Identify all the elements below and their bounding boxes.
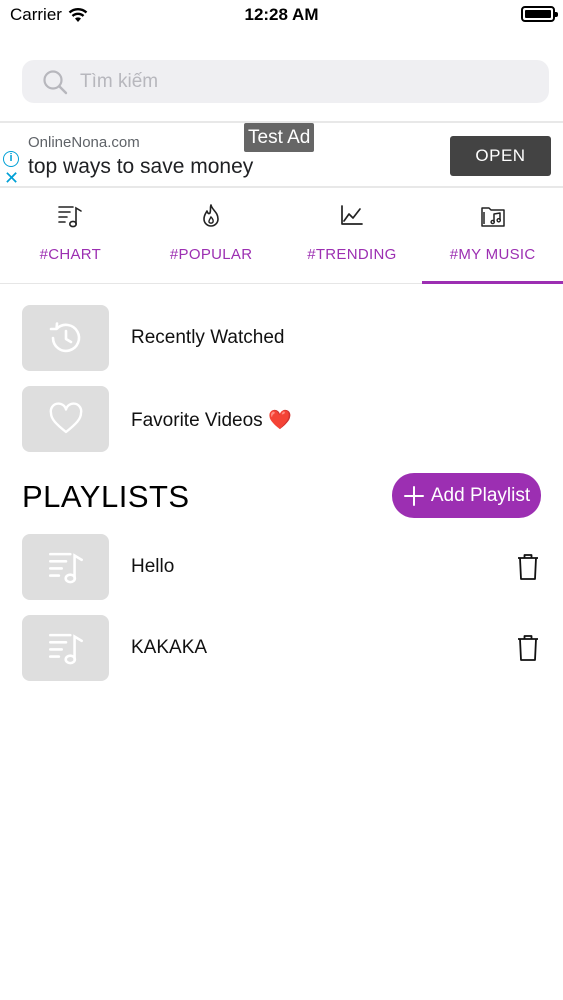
tab-label: #POPULAR bbox=[169, 246, 253, 263]
flame-icon bbox=[203, 204, 219, 227]
playlist-music-icon bbox=[48, 552, 83, 584]
battery-icon bbox=[521, 6, 558, 22]
favorite-videos-thumbnail bbox=[22, 386, 109, 452]
tab-chart[interactable]: #CHART bbox=[0, 190, 141, 283]
music-folder-icon bbox=[480, 207, 505, 227]
search-input[interactable] bbox=[80, 70, 500, 93]
heart-icon bbox=[49, 402, 82, 434]
tab-label: #TRENDING bbox=[307, 246, 397, 263]
ad-headline[interactable]: top ways to save money bbox=[28, 155, 253, 179]
ad-test-label: Test Ad bbox=[244, 123, 315, 152]
active-tab-indicator bbox=[422, 281, 563, 284]
ad-domain: OnlineNona.com bbox=[28, 134, 140, 151]
search-bar[interactable] bbox=[22, 60, 549, 103]
status-bar: Carrier 12:28 AM bbox=[0, 0, 563, 30]
tab-popular[interactable]: #POPULAR bbox=[141, 190, 282, 283]
playlist-row[interactable]: Hello bbox=[22, 534, 542, 600]
tab-label: #MY MUSIC bbox=[449, 246, 536, 263]
search-icon bbox=[43, 69, 68, 94]
playlist-row[interactable]: KAKAKA bbox=[22, 615, 542, 681]
trending-chart-icon bbox=[341, 205, 363, 225]
playlist-name: KAKAKA bbox=[131, 637, 208, 658]
status-time: 12:28 AM bbox=[244, 5, 319, 24]
recently-watched-thumbnail bbox=[22, 305, 109, 371]
plus-icon bbox=[403, 485, 424, 506]
playlist-name: Hello bbox=[131, 556, 175, 577]
recently-watched-label: Recently Watched bbox=[131, 327, 285, 348]
playlist-thumbnail bbox=[22, 615, 109, 681]
tab-trending[interactable]: #TRENDING bbox=[282, 190, 423, 283]
add-playlist-button[interactable]: Add Playlist bbox=[392, 473, 541, 518]
trash-icon[interactable] bbox=[516, 634, 540, 662]
trash-icon[interactable] bbox=[516, 553, 540, 581]
recently-watched-item[interactable]: Recently Watched bbox=[22, 305, 542, 371]
playlist-music-icon bbox=[58, 206, 83, 228]
favorite-videos-label: Favorite Videos ❤️ bbox=[131, 410, 292, 431]
ad-close-icon[interactable]: ✕ bbox=[4, 169, 19, 187]
tab-label: #CHART bbox=[39, 246, 102, 263]
ad-banner[interactable]: i ✕ OnlineNona.com top ways to save mone… bbox=[0, 121, 563, 188]
history-icon bbox=[49, 322, 80, 353]
playlist-music-icon bbox=[48, 633, 83, 665]
favorite-videos-item[interactable]: Favorite Videos ❤️ bbox=[22, 386, 542, 452]
ad-open-button[interactable]: OPEN bbox=[450, 136, 551, 176]
category-tabs: #CHART #POPULAR #TRENDING #MY MUSIC bbox=[0, 190, 563, 284]
playlist-thumbnail bbox=[22, 534, 109, 600]
playlists-heading: PLAYLISTS bbox=[22, 479, 190, 514]
ad-info-icon[interactable]: i bbox=[3, 151, 19, 167]
tab-my-music[interactable]: #MY MUSIC bbox=[422, 190, 563, 284]
add-playlist-label: Add Playlist bbox=[430, 484, 531, 506]
